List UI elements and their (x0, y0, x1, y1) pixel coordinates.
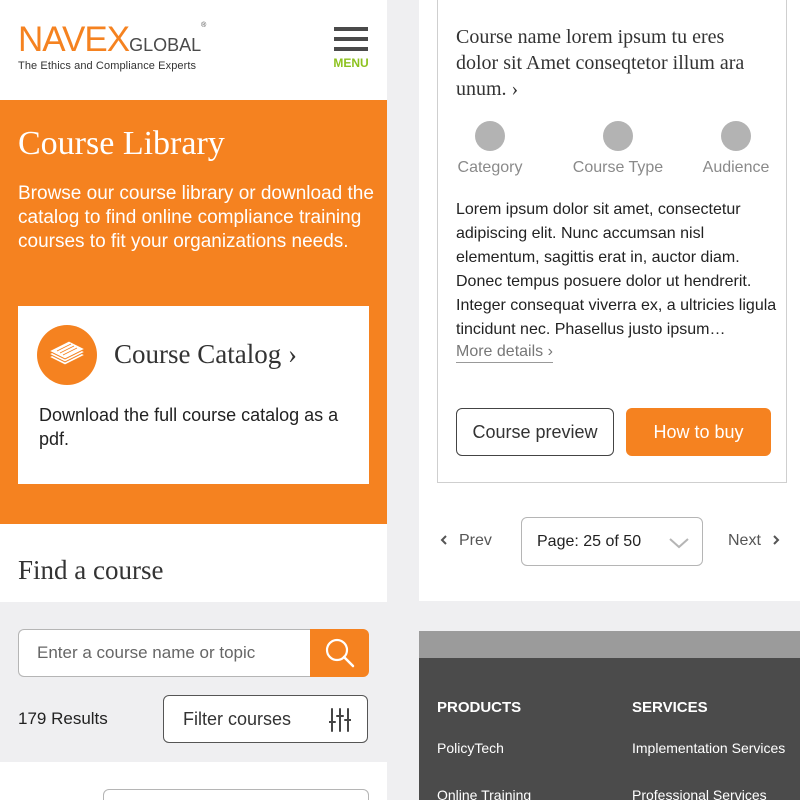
course-preview-button[interactable]: Course preview (456, 408, 614, 456)
category-icon (475, 121, 505, 151)
chevron-down-icon (669, 538, 689, 549)
course-catalog-description: Download the full course catalog as a pd… (39, 405, 339, 449)
meta-category: Category (430, 121, 550, 177)
audience-icon (721, 121, 751, 151)
footer-link-policytech[interactable]: PolicyTech (437, 740, 504, 756)
page-select[interactable]: Page: 25 of 50 (521, 517, 703, 566)
logo-global-text: GLOBAL (129, 35, 202, 55)
search-section: 179 Results Filter courses (0, 602, 387, 762)
next-course-card[interactable] (103, 789, 369, 800)
next-page-button[interactable]: Next (728, 532, 781, 550)
page-title: Course Library (18, 125, 225, 162)
meta-label: Audience (702, 159, 770, 176)
meta-course-type: Course Type (558, 121, 678, 177)
left-screen: NAVEXGLOBAL ® The Ethics and Compliance E… (0, 0, 387, 800)
filter-courses-button[interactable]: Filter courses (163, 695, 368, 743)
footer-link-implementation-services[interactable]: Implementation Services (632, 740, 785, 756)
search-input[interactable] (18, 629, 310, 677)
footer-link-professional-services[interactable]: Professional Services (632, 787, 767, 800)
more-details-link[interactable]: More details › (456, 342, 553, 363)
sliders-icon (329, 708, 351, 732)
course-description: Lorem ipsum dolor sit amet, consectetur … (456, 201, 777, 338)
logo-navex-text: NAVEX (18, 20, 130, 59)
chevron-right-icon (773, 535, 780, 545)
meta-label: Category (457, 159, 523, 176)
footer-link-online-training[interactable]: Online Training (437, 787, 531, 800)
footer-top-bar (419, 631, 800, 658)
find-course-heading: Find a course (18, 555, 164, 585)
site-footer: PRODUCTS SERVICES PolicyTech Online Trai… (419, 658, 800, 800)
document-stack-icon (37, 325, 97, 385)
logo-tagline: The Ethics and Compliance Experts (18, 60, 197, 72)
logo-registered-mark: ® (201, 22, 207, 29)
prev-page-button[interactable]: Prev (439, 532, 492, 550)
page-select-value: Page: 25 of 50 (537, 533, 642, 550)
course-catalog-card[interactable]: Course Catalog › Download the full cours… (18, 306, 369, 484)
right-screen: Course name lorem ipsum tu eres dolor si… (419, 0, 800, 800)
footer-products-heading: PRODUCTS (437, 699, 522, 716)
filter-label: Filter courses (183, 709, 292, 729)
chevron-left-icon (440, 535, 447, 545)
how-to-buy-button[interactable]: How to buy (626, 408, 771, 456)
course-card: Course name lorem ipsum tu eres dolor si… (437, 0, 787, 483)
hero-section: Course Library Browse our course library… (0, 100, 387, 524)
search-icon (325, 638, 355, 668)
course-catalog-link[interactable]: Course Catalog › (114, 339, 297, 370)
footer-services-heading: SERVICES (632, 699, 708, 716)
course-type-icon (603, 121, 633, 151)
section-divider (419, 601, 800, 631)
next-label: Next (728, 532, 761, 549)
menu-label: MENU (333, 56, 369, 70)
meta-audience: Audience (676, 121, 796, 177)
meta-label: Course Type (572, 159, 664, 176)
site-header: NAVEXGLOBAL ® The Ethics and Compliance E… (0, 0, 387, 100)
hero-description: Browse our course library or download th… (18, 183, 374, 252)
prev-label: Prev (459, 532, 492, 549)
course-name-link[interactable]: Course name lorem ipsum tu eres dolor si… (456, 24, 766, 102)
search-button[interactable] (310, 629, 369, 677)
menu-button[interactable]: MENU (330, 27, 372, 77)
results-count: 179 Results (18, 709, 108, 728)
navex-global-logo[interactable]: NAVEXGLOBAL ® The Ethics and Compliance E… (18, 22, 206, 72)
hamburger-menu-icon (330, 27, 372, 51)
